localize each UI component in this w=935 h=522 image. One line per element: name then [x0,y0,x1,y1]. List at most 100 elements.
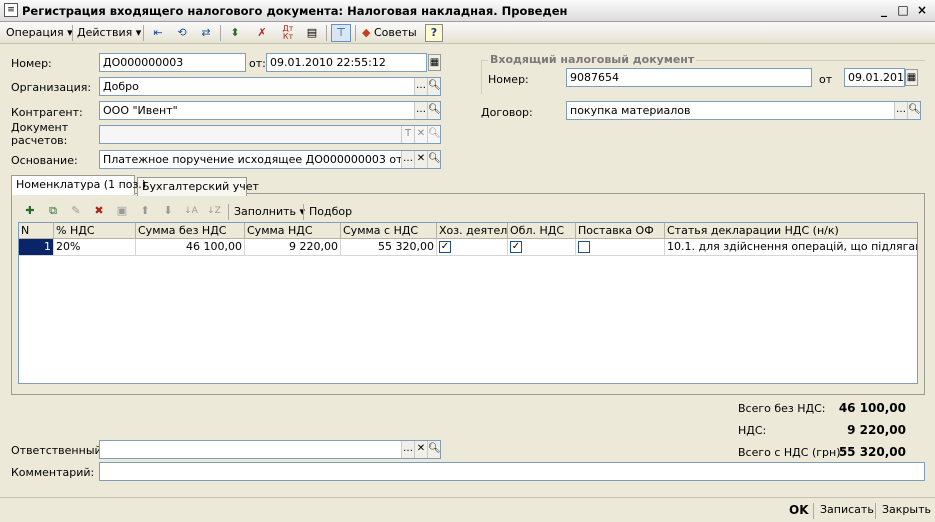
fixed-asset-supply-checkbox[interactable] [578,241,590,253]
date-from-label: от: [249,57,266,70]
document-list-icon[interactable]: ▤ [302,24,322,42]
column-header[interactable]: Сумма без НДС [136,223,245,239]
post-arrow-icon[interactable]: ⇤ [148,24,168,42]
settlement-doc-field[interactable] [99,125,441,144]
table-cell-n[interactable]: 1 [19,239,54,256]
responsible-label: Ответственный: [11,444,106,457]
table-cell-vat-rate[interactable]: 20% [54,239,136,256]
fill-menu[interactable]: Заполнить ▾ [234,204,305,220]
select-ellipsis-icon[interactable]: … [894,102,907,119]
minimize-button[interactable]: _ [876,3,892,18]
table-cell-vat-taxable[interactable]: ✓ [508,239,576,256]
nomenclature-table[interactable]: N % НДС Сумма без НДС Сумма НДС Сумма с … [18,222,918,384]
structure-icon[interactable]: ⬍ [225,24,245,42]
search-icon[interactable]: 🔍︎ [907,102,921,119]
table-cell-sum-without-vat[interactable]: 46 100,00 [136,239,245,256]
delete-row-icon[interactable]: ✖ [89,202,109,220]
column-header[interactable]: Обл. НДС [508,223,576,239]
basis-field[interactable]: Платежное поручение исходящее ДО00000000… [99,150,441,169]
search-icon[interactable]: 🔍︎ [427,441,441,458]
vat-total-label: НДС: [738,424,767,437]
organization-field[interactable]: Добро [99,77,441,96]
refresh-document-icon[interactable]: ⟲ [172,24,192,42]
column-header[interactable]: N [19,223,54,239]
document-icon: ≡ [4,3,18,17]
save-button[interactable]: Записать [820,502,874,518]
toolbar-separator [326,25,327,41]
incoming-date-value: 09.01.2010 [848,71,905,84]
dt-kt-label: Дт Кт [282,24,294,41]
column-header[interactable]: Статья декларации НДС (н/к) [665,223,917,239]
tips-button[interactable]: ◆ Советы [362,25,417,41]
column-header[interactable]: % НДС [54,223,136,239]
comment-field[interactable] [99,462,925,481]
end-edit-icon[interactable]: ▣ [112,202,132,220]
tab-accounting[interactable]: Бухгалтерский учет [137,177,259,196]
incoming-date-field[interactable]: 09.01.2010 [844,68,905,87]
incoming-date-from-label: от [819,73,833,86]
dt-kt-icon[interactable]: Дт Кт [278,24,298,42]
incoming-number-field[interactable]: 9087654 [566,68,812,87]
print-report-icon[interactable]: ✗ [252,24,272,42]
move-down-icon[interactable]: ⬇ [158,202,178,220]
search-icon[interactable]: 🔍︎ [427,151,441,168]
clear-icon[interactable]: ✕ [414,126,427,143]
number-field[interactable]: ДО000000003 [99,53,246,72]
maximize-button[interactable]: □ [895,3,911,18]
search-icon[interactable]: 🔍︎ [427,102,441,119]
vat-taxable-checkbox[interactable]: ✓ [510,241,522,253]
help-icon[interactable]: ? [425,24,443,42]
toolbar-separator [355,25,356,41]
sort-asc-icon[interactable]: ↓A [181,202,201,220]
counterparty-value: ООО "Ивент" [103,104,178,117]
contract-field[interactable]: покупка материалов [566,101,921,120]
operation-menu[interactable]: Операция ▾ [6,25,73,41]
transfer-icon[interactable]: ⇄ [196,24,216,42]
edit-row-icon[interactable]: ✎ [66,202,86,220]
footer-separator [813,503,814,519]
basis-label: Основание: [11,154,78,167]
select-ellipsis-icon[interactable]: … [401,151,414,168]
table-cell-business-activity[interactable]: ✓ [437,239,508,256]
type-t-icon[interactable]: T [401,126,414,143]
clear-icon[interactable]: ✕ [414,441,427,458]
close-button[interactable]: Закрыть [882,502,931,518]
calendar-icon[interactable]: ▦ [905,69,918,86]
select-ellipsis-icon[interactable]: … [414,78,427,95]
operation-menu-label: Операция [6,26,64,39]
business-activity-checkbox[interactable]: ✓ [439,241,451,253]
table-cell-fixed-asset-supply[interactable] [576,239,665,256]
close-window-button[interactable]: × [914,3,930,18]
comment-label: Комментарий: [11,466,95,479]
table-cell-declaration-item[interactable]: 10.1. для здійснення операцій, що підляг… [665,239,917,256]
ok-button[interactable]: OK [789,502,809,518]
sort-desc-icon[interactable]: ↓Z [204,202,224,220]
table-cell-vat-sum[interactable]: 9 220,00 [245,239,341,256]
incoming-number-label: Номер: [488,73,529,86]
counterparty-field[interactable]: ООО "Ивент" [99,101,441,120]
move-up-icon[interactable]: ⬆ [135,202,155,220]
search-icon[interactable]: 🔍︎ [427,78,441,95]
select-items-button[interactable]: Подбор [309,204,352,220]
copy-row-icon[interactable]: ⧉ [43,202,63,220]
table-cell-sum-with-vat[interactable]: 55 320,00 [341,239,437,256]
clear-icon[interactable]: ✕ [414,151,427,168]
window-title: Регистрация входящего налогового докумен… [22,4,568,18]
tab-nomenclature[interactable]: Номенклатура (1 поз.) [11,175,146,195]
select-ellipsis-icon[interactable]: … [401,441,414,458]
fill-menu-label: Заполнить [234,205,296,218]
column-header[interactable]: Хоз. деятел... [437,223,508,239]
column-header[interactable]: Сумма с НДС [341,223,437,239]
responsible-field[interactable] [99,440,441,459]
add-row-icon[interactable]: ✚ [20,202,40,220]
date-field[interactable]: 09.01.2010 22:55:12 [266,53,427,72]
filter-icon[interactable]: ⊤ [331,24,351,42]
calendar-icon[interactable]: ▦ [428,54,441,71]
search-icon[interactable]: 🔍︎ [427,126,441,143]
column-header[interactable]: Поставка ОФ [576,223,665,239]
incoming-number-value: 9087654 [570,71,619,84]
column-header[interactable]: Сумма НДС [245,223,341,239]
actions-menu[interactable]: Действия ▾ [77,25,141,41]
select-ellipsis-icon[interactable]: … [414,102,427,119]
vat-total-value: 9 220,00 [847,423,906,437]
